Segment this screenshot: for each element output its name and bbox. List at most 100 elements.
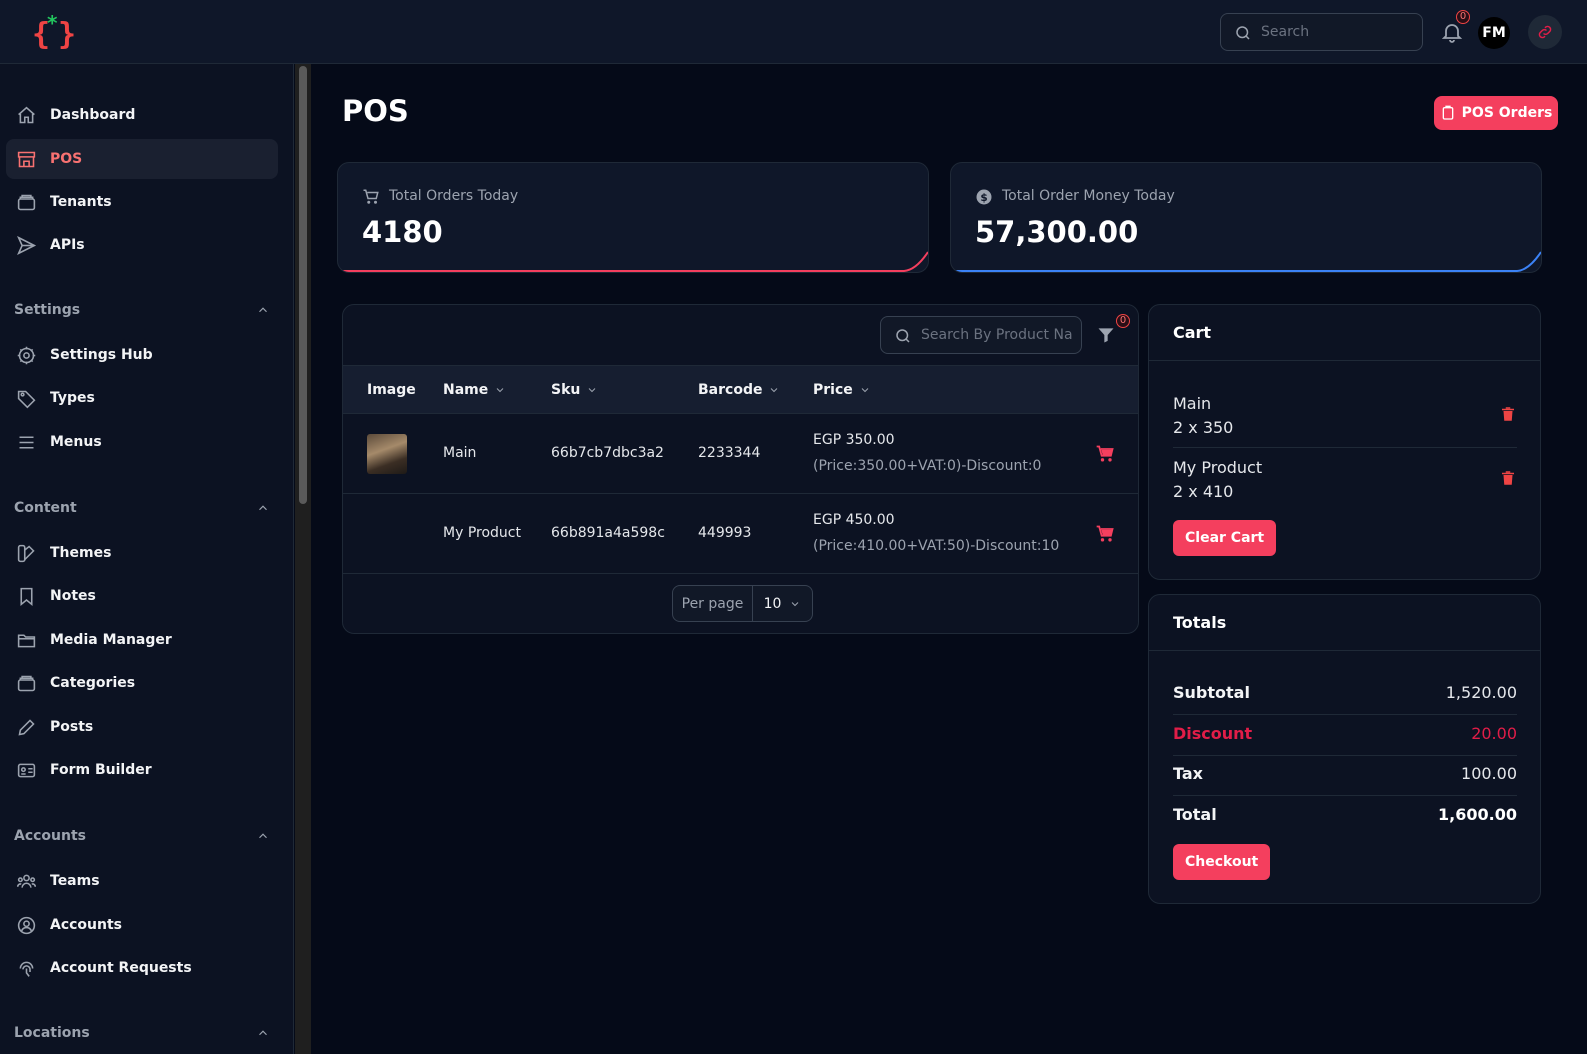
product-search-input[interactable]: Search By Product Na	[880, 316, 1082, 354]
stat-value: 4180	[362, 215, 443, 249]
sidebar-item-themes[interactable]: Themes	[6, 533, 278, 573]
cart-item-name: My Product	[1173, 458, 1263, 477]
products-table-card: Search By Product Na 0 Image Name Sku Ba…	[342, 304, 1139, 634]
sidebar-item-menus[interactable]: Menus	[6, 422, 278, 462]
checkout-button[interactable]: Checkout	[1173, 844, 1271, 880]
svg-text:*: *	[47, 12, 58, 35]
total-value: 1,600.00	[1438, 805, 1517, 824]
chevron-up-icon	[259, 1030, 267, 1036]
total-row: Total 1,600.00	[1173, 805, 1517, 824]
store-icon	[17, 151, 36, 168]
users-icon	[16, 874, 37, 888]
scrollbar-thumb[interactable]	[299, 66, 307, 504]
stat-value: 57,300.00	[975, 215, 1139, 249]
user-avatar[interactable]: FM	[1478, 17, 1510, 49]
per-page-select[interactable]: Per page 10	[672, 585, 813, 622]
sidebar-item-dashboard[interactable]: Dashboard	[6, 95, 278, 135]
sidebar-item-accounts[interactable]: Accounts	[6, 905, 278, 945]
stat-sparkline	[951, 251, 1541, 272]
stat-card-total-orders: Total Orders Today 4180	[337, 162, 929, 273]
subtotal-value: 1,520.00	[1445, 683, 1517, 702]
product-image	[367, 434, 407, 474]
tax-value: 100.00	[1461, 764, 1517, 783]
tag-icon	[17, 390, 36, 409]
add-to-cart-icon[interactable]	[1095, 524, 1115, 544]
tax-row: Tax 100.00	[1173, 764, 1517, 783]
product-price-detail: (Price:350.00+VAT:0)-Discount:0	[813, 458, 1042, 474]
sidebar-item-settings-hub[interactable]: Settings Hub	[6, 335, 278, 375]
chevron-down-icon	[496, 388, 504, 393]
global-search-input[interactable]: Search	[1220, 13, 1423, 51]
sidebar-group-content[interactable]: Content	[14, 500, 270, 516]
column-header-name[interactable]: Name	[443, 382, 506, 398]
cart-item-qty: 2 x 410	[1173, 482, 1234, 501]
search-icon	[1236, 26, 1250, 40]
sidebar-item-form-builder[interactable]: Form Builder	[6, 750, 278, 790]
sidebar-item-categories[interactable]: Categories	[6, 663, 278, 703]
sidebar-item-apis[interactable]: APIs	[6, 225, 278, 265]
stat-card-total-money: $ Total Order Money Today 57,300.00	[950, 162, 1542, 273]
chevron-down-icon	[861, 388, 869, 393]
product-barcode: 449993	[698, 525, 752, 541]
add-to-cart-icon[interactable]	[1095, 444, 1115, 464]
product-sku: 66b891a4a598c	[551, 525, 665, 541]
link-button[interactable]	[1528, 15, 1562, 49]
sidebar-group-accounts[interactable]: Accounts	[14, 828, 270, 844]
stat-label: Total Order Money Today	[1002, 188, 1175, 204]
pos-orders-button[interactable]: POS Orders	[1434, 96, 1558, 130]
sidebar-item-pos[interactable]: POS	[6, 139, 278, 179]
sidebar-group-locations[interactable]: Locations	[14, 1025, 270, 1041]
column-header-sku[interactable]: Sku	[551, 382, 598, 398]
paper-plane-icon	[17, 235, 37, 256]
gear-icon	[17, 346, 36, 365]
per-page-value[interactable]: 10	[753, 586, 812, 621]
user-circle-icon	[17, 916, 36, 935]
svg-text:$: $	[980, 192, 987, 204]
subtotal-row: Subtotal 1,520.00	[1173, 683, 1517, 702]
product-price: EGP 450.00	[813, 512, 895, 528]
sidebar-item-account-requests[interactable]: Account Requests	[6, 948, 278, 988]
product-price-detail: (Price:410.00+VAT:50)-Discount:10	[813, 538, 1060, 554]
menu-icon	[19, 436, 34, 449]
divider	[1173, 795, 1517, 796]
divider	[1173, 447, 1517, 448]
filter-badge: 0	[1116, 314, 1130, 328]
trash-icon[interactable]	[1499, 404, 1517, 424]
sidebar-item-tenants[interactable]: Tenants	[6, 182, 278, 222]
chevron-up-icon	[259, 307, 267, 313]
main-content: POS POS Orders Total Orders Today 4180 $…	[311, 64, 1587, 1054]
product-name: My Product	[443, 525, 521, 541]
filter-icon[interactable]	[1096, 325, 1116, 345]
table-row: My Product 66b891a4a598c 449993 EGP 450.…	[343, 494, 1138, 574]
cart-item-qty: 2 x 350	[1173, 418, 1234, 437]
product-price: EGP 350.00	[813, 432, 895, 448]
clear-cart-button[interactable]: Clear Cart	[1173, 520, 1277, 556]
discount-row: Discount 20.00	[1173, 724, 1517, 743]
sidebar-item-media-manager[interactable]: Media Manager	[6, 620, 278, 660]
sidebar-group-settings[interactable]: Settings	[14, 302, 270, 318]
stack-icon	[17, 194, 36, 211]
per-page-label: Per page	[673, 586, 753, 621]
sidebar-scrollbar[interactable]	[295, 64, 311, 1054]
column-header-barcode[interactable]: Barcode	[698, 382, 780, 398]
chevron-down-icon	[792, 601, 799, 606]
column-header-price[interactable]: Price	[813, 382, 871, 398]
stack-icon	[17, 675, 36, 692]
dollar-circle-icon: $	[976, 189, 992, 205]
bookmark-icon	[20, 587, 33, 607]
sidebar-item-types[interactable]: Types	[6, 378, 278, 418]
sidebar: Dashboard POS Tenants APIs Settings Sett…	[0, 64, 294, 1054]
chevron-up-icon	[259, 833, 267, 839]
sidebar-item-notes[interactable]: Notes	[6, 576, 278, 616]
app-logo[interactable]: { } *	[30, 12, 80, 52]
sidebar-item-teams[interactable]: Teams	[6, 861, 278, 901]
discount-value: 20.00	[1471, 724, 1517, 743]
cart-icon	[363, 189, 379, 204]
chevron-down-icon	[589, 388, 596, 393]
fingerprint-icon	[19, 961, 34, 977]
trash-icon[interactable]	[1499, 468, 1517, 488]
column-header-image: Image	[367, 382, 416, 398]
sidebar-item-posts[interactable]: Posts	[6, 707, 278, 747]
divider	[1173, 755, 1517, 756]
totals-card: Totals Subtotal 1,520.00 Discount 20.00 Ta…	[1148, 594, 1541, 904]
